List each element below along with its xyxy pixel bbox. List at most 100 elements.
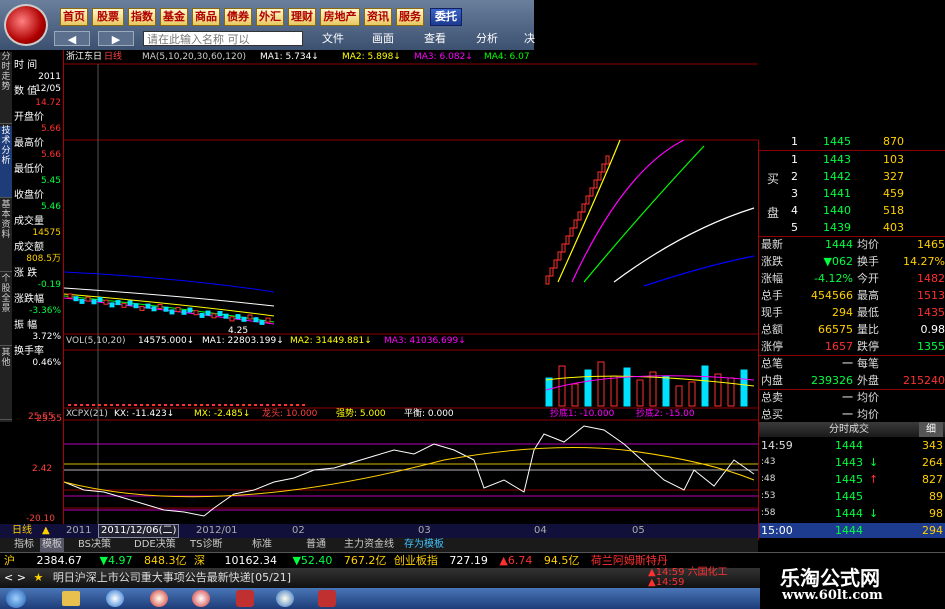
search-input[interactable]: 请在此输入名称 可以 <box>143 31 303 46</box>
scroll-arrows-icon[interactable]: < > <box>4 571 26 584</box>
quote-row-7: 总笔 一每笔 <box>759 356 945 371</box>
tab-7[interactable]: 主力资金线 <box>344 538 394 552</box>
menu-extra[interactable]: 决 <box>524 31 535 46</box>
menu-file[interactable]: 文件 <box>322 31 344 46</box>
volume-bar <box>571 383 579 407</box>
site-watermark: 乐淘公式网 www.60lt.com <box>760 556 945 609</box>
tab-2[interactable]: BS决策 <box>78 538 111 552</box>
quote-row-5: 总额 66575 量比 0.98 <box>759 322 945 337</box>
nav-8[interactable]: 房地产 <box>320 8 360 26</box>
candle-left <box>211 313 217 319</box>
bid-row-1[interactable]: 2 1442 327 <box>759 169 945 184</box>
info-label-10: 振 幅 <box>14 320 38 331</box>
sep <box>759 150 945 151</box>
candle-left <box>133 303 139 309</box>
bid-row-4[interactable]: 5 1439 403 <box>759 220 945 235</box>
tab-0[interactable]: 指标 <box>14 538 34 552</box>
ask-row[interactable]: 1 1445 870 <box>759 134 945 149</box>
candle-left <box>139 305 145 311</box>
nav-trade[interactable]: 委托 <box>430 8 462 26</box>
candle-left <box>253 317 259 323</box>
news-headline[interactable]: 明日沪深上市公司重大事项公告最新快递[05/21] <box>53 571 291 584</box>
bid-row-0[interactable]: 1 1443 103 <box>759 152 945 167</box>
vtab-3[interactable]: 个股全景 <box>0 274 12 346</box>
quote-value-2: 1465 <box>917 238 945 251</box>
trades-detail-button[interactable]: 细 <box>919 422 943 437</box>
menu-screen[interactable]: 画面 <box>372 31 394 46</box>
candle-left <box>79 298 85 304</box>
tab-3[interactable]: DDE决策 <box>134 538 176 552</box>
trade-price: 1444 <box>835 439 863 452</box>
candle-left <box>121 302 127 308</box>
nav-4[interactable]: 商品 <box>192 8 220 26</box>
candle-right <box>605 155 610 165</box>
app-icon-1[interactable] <box>192 590 210 607</box>
nav-6[interactable]: 外汇 <box>256 8 284 26</box>
bid-level: 4 <box>791 204 798 217</box>
candle-left <box>265 317 271 323</box>
volume-bar-small <box>194 404 197 406</box>
quote-row-3: 总手 454566 最高 1513 <box>759 288 945 303</box>
period-selector[interactable]: 日线 <box>12 524 32 538</box>
ticker-extra: 荷兰阿姆斯特丹 <box>590 554 668 567</box>
tab-6[interactable]: 普通 <box>306 538 326 552</box>
nav-7[interactable]: 理财 <box>288 8 316 26</box>
app-logo-icon[interactable] <box>4 4 48 46</box>
quote-label-1: 内盘 <box>761 374 783 387</box>
tab-1[interactable]: 模板 <box>40 538 64 552</box>
menu-analysis[interactable]: 分析 <box>476 31 498 46</box>
candle-left <box>259 319 265 325</box>
bid-row-2[interactable]: 3 1441 459 <box>759 186 945 201</box>
nav-0[interactable]: 首页 <box>60 8 88 26</box>
app-icon-3[interactable] <box>276 590 294 607</box>
volume-bar-small <box>200 404 203 406</box>
quote-value-1: 454566 <box>811 289 853 302</box>
trade-price: 1445 <box>835 490 863 503</box>
menu-view[interactable]: 查看 <box>424 31 446 46</box>
quote-label-2: 均价 <box>857 238 879 251</box>
info-label-9: 涨跌幅 <box>14 294 44 305</box>
ma1-value: MA1: 5.734↓ <box>260 52 319 62</box>
bid-volume: 327 <box>883 170 904 183</box>
vtab-0[interactable]: 分时走势 <box>0 52 12 124</box>
bid-volume: 518 <box>883 204 904 217</box>
app-icon-2[interactable] <box>236 590 254 607</box>
nav-5[interactable]: 债券 <box>224 8 252 26</box>
quote-row-0: 最新 1444 均价 1465 <box>759 237 945 252</box>
tab-5[interactable]: 标准 <box>252 538 272 552</box>
quote-value-1: 1657 <box>825 340 853 353</box>
vtab-2[interactable]: 基本资料 <box>0 200 12 272</box>
quote-label-1: 总买 <box>761 408 783 421</box>
nav-1[interactable]: 股票 <box>92 8 124 26</box>
nav-3[interactable]: 基金 <box>160 8 188 26</box>
start-button-icon[interactable] <box>6 589 26 608</box>
volume-bar <box>597 361 605 407</box>
volume-bar-small <box>128 404 131 406</box>
quote-label-2: 今开 <box>857 272 879 285</box>
nav-9[interactable]: 资讯 <box>364 8 392 26</box>
info-label-0: 时 间 <box>14 60 38 71</box>
candle-left <box>163 306 169 312</box>
nav-10[interactable]: 服务 <box>396 8 424 26</box>
vtab-1[interactable]: 技术分析 <box>0 126 12 198</box>
folder-icon[interactable] <box>62 591 80 606</box>
vtab-4[interactable]: 其他 <box>0 348 12 420</box>
period-dropdown-icon[interactable]: ▲ <box>42 524 50 538</box>
forward-button[interactable]: ▶ <box>98 31 134 46</box>
quote-label-1: 最新 <box>761 238 783 251</box>
ask-level: 1 <box>791 135 798 148</box>
trades-header: 分时成交 细 <box>759 422 945 437</box>
info-label-1: 数 值 <box>14 86 38 97</box>
back-button[interactable]: ◀ <box>54 31 90 46</box>
qq-icon[interactable] <box>150 590 168 607</box>
app-icon-4[interactable] <box>318 590 336 607</box>
candle-left <box>235 314 241 320</box>
trade-volume: 343 <box>922 439 943 452</box>
chart-area[interactable]: 浙江东日 日线 MA(5,10,20,30,60,120) MA1: 5.734↓… <box>36 50 758 524</box>
nav-2[interactable]: 指数 <box>128 8 156 26</box>
browser-icon[interactable] <box>106 590 124 607</box>
candle-left <box>73 296 79 302</box>
bid-row-3[interactable]: 4 1440 518 <box>759 203 945 218</box>
tab-8[interactable]: 存为模板 <box>404 538 444 552</box>
tab-4[interactable]: TS诊断 <box>190 538 222 552</box>
